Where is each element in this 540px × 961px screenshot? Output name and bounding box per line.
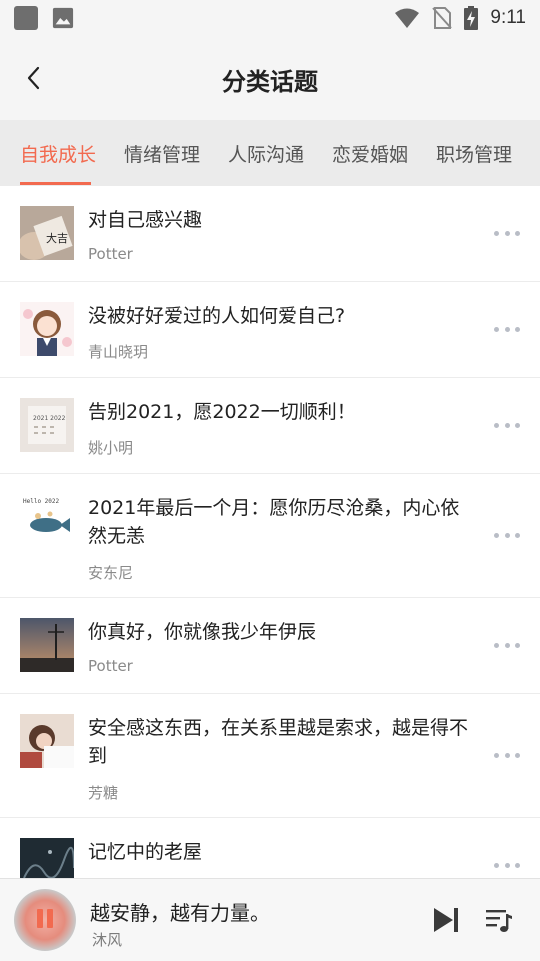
status-bar: 9:11 [0,0,540,36]
more-dots-icon[interactable] [494,753,520,759]
square-icon [14,6,38,30]
more-dots-icon[interactable] [494,231,520,237]
tab-emotion-management[interactable]: 情绪管理 [124,140,200,167]
active-tab-indicator [20,182,91,185]
topic-thumbnail: 2021 2022 [20,398,74,452]
topic-title: 安全感这东西，在关系里越是索求，越是得不到 [88,717,469,767]
tab-interpersonal[interactable]: 人际沟通 [228,140,304,167]
topic-title: 告别2021，愿2022一切顺利！ [88,401,356,423]
thumb-label: Hello 2022 [23,498,60,505]
tab-love-marriage[interactable]: 恋爱婚姻 [332,140,408,167]
more-dots-icon[interactable] [494,533,520,539]
topic-title: 你真好，你就像我少年伊辰 [88,621,317,643]
wifi-icon [395,8,420,28]
topic-title: 记忆中的老屋 [88,841,203,863]
list-item[interactable]: Hello 2022 2021年最后一个月：愿你历尽沧桑，内心依然无恙 安东尼 [0,474,540,598]
more-dots-icon[interactable] [494,423,520,429]
list-item[interactable]: 大吉 对自己感兴趣 Potter [0,186,540,282]
playlist-icon[interactable] [484,905,514,935]
topic-author: 芳糖 [88,784,119,802]
topic-title: 对自己感兴趣 [88,209,203,231]
now-playing-artist: 沐风 [92,931,123,949]
topic-author: 青山晓玥 [88,343,149,361]
more-dots-icon[interactable] [494,327,520,333]
page-title: 分类话题 [222,68,318,96]
more-dots-icon[interactable] [494,643,520,649]
image-icon [52,7,74,29]
topic-thumbnail: 大吉 [20,206,74,260]
topic-author: 安东尼 [88,564,134,582]
now-playing-title: 越安静，越有力量。 [90,901,270,925]
category-tabs: 自我成长 情绪管理 人际沟通 恋爱婚姻 职场管理 [0,120,540,186]
topic-list: 大吉 对自己感兴趣 Potter 没被好好爱过的人如何爱自己? 青山晓玥 202… [0,186,540,913]
header: 分类话题 [0,36,540,120]
list-item[interactable]: 没被好好爱过的人如何爱自己? 青山晓玥 [0,282,540,378]
mini-player[interactable]: 越安静，越有力量。 沐风 [0,878,540,961]
tab-self-growth[interactable]: 自我成长 [20,140,96,167]
tab-workplace[interactable]: 职场管理 [436,140,512,167]
topic-thumbnail [20,714,74,768]
topic-thumbnail [20,618,74,672]
topic-author: Potter [88,245,133,263]
more-dots-icon[interactable] [494,863,520,869]
list-item[interactable]: 2021 2022 告别2021，愿2022一切顺利！ 姚小明 [0,378,540,474]
thumb-label: 大吉 [46,231,68,245]
topic-author: Potter [88,657,133,675]
album-disc[interactable] [14,889,76,951]
skip-next-icon[interactable] [432,906,460,934]
topic-title: 2021年最后一个月：愿你历尽沧桑，内心依然无恙 [88,497,460,547]
battery-charging-icon [464,6,479,30]
topic-author: 姚小明 [88,439,134,457]
no-sim-icon [432,7,453,29]
list-item[interactable]: 安全感这东西，在关系里越是索求，越是得不到 芳糖 [0,694,540,818]
status-time: 9:11 [490,7,526,28]
thumb-label: 2021 2022 [33,415,66,422]
list-item[interactable]: 你真好，你就像我少年伊辰 Potter [0,598,540,694]
topic-thumbnail [20,302,74,356]
pause-icon[interactable] [37,909,53,928]
topic-title: 没被好好爱过的人如何爱自己? [88,305,346,327]
topic-thumbnail: Hello 2022 [20,494,74,548]
